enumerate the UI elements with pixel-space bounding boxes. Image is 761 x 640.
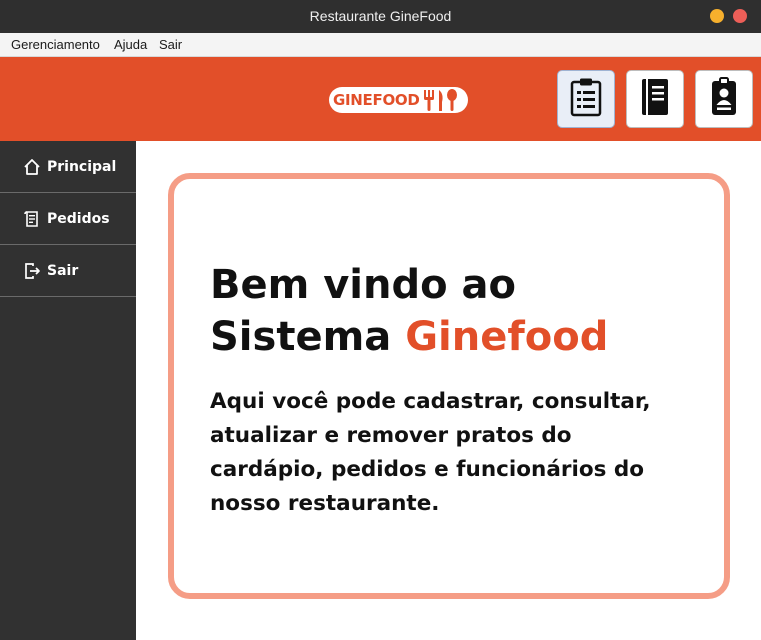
close-button[interactable] <box>733 9 747 23</box>
toolbar-clipboard-button[interactable] <box>557 70 615 128</box>
logo-badge: GINEFOOD <box>329 86 468 113</box>
sidebar-item-sair[interactable]: Sair <box>0 245 136 297</box>
window-title: Restaurante GineFood <box>309 8 452 24</box>
logout-icon <box>22 261 42 281</box>
welcome-title: Bem vindo ao Sistema Ginefood <box>210 259 690 363</box>
home-icon <box>22 157 42 177</box>
minimize-button[interactable] <box>710 9 724 23</box>
menu-sair[interactable]: Sair <box>159 37 182 52</box>
toolbar-notebook-button[interactable] <box>626 70 684 128</box>
sidebar-item-label: Sair <box>47 262 79 279</box>
welcome-title-accent: Ginefood <box>405 314 609 360</box>
logo-text: GINEFOOD <box>333 90 420 109</box>
menu-gerenciamento[interactable]: Gerenciamento <box>11 37 100 52</box>
id-badge-icon <box>707 77 741 121</box>
receipt-icon <box>22 209 42 229</box>
sidebar-item-principal[interactable]: Principal <box>0 141 136 193</box>
sidebar-item-pedidos[interactable]: Pedidos <box>0 193 136 245</box>
welcome-subtitle: Aqui você pode cadastrar, consultar, atu… <box>210 389 651 516</box>
app-header: GINEFOOD <box>0 57 761 141</box>
ginefood-logo: GINEFOOD <box>329 84 477 115</box>
sidebar: Principal Pedidos Sair <box>0 141 136 640</box>
sidebar-item-label: Principal <box>47 158 117 175</box>
notebook-icon <box>638 77 672 121</box>
clipboard-icon <box>569 77 603 121</box>
toolbar-id-badge-button[interactable] <box>695 70 753 128</box>
welcome-card: Bem vindo ao Sistema Ginefood Aqui você … <box>168 173 730 599</box>
main-content: Bem vindo ao Sistema Ginefood Aqui você … <box>136 141 761 640</box>
title-bar: Restaurante GineFood <box>0 0 761 33</box>
sidebar-item-label: Pedidos <box>47 210 110 227</box>
cutlery-icon <box>422 88 460 112</box>
menu-bar: Gerenciamento Ajuda Sair <box>0 33 761 57</box>
menu-ajuda[interactable]: Ajuda <box>114 37 147 52</box>
